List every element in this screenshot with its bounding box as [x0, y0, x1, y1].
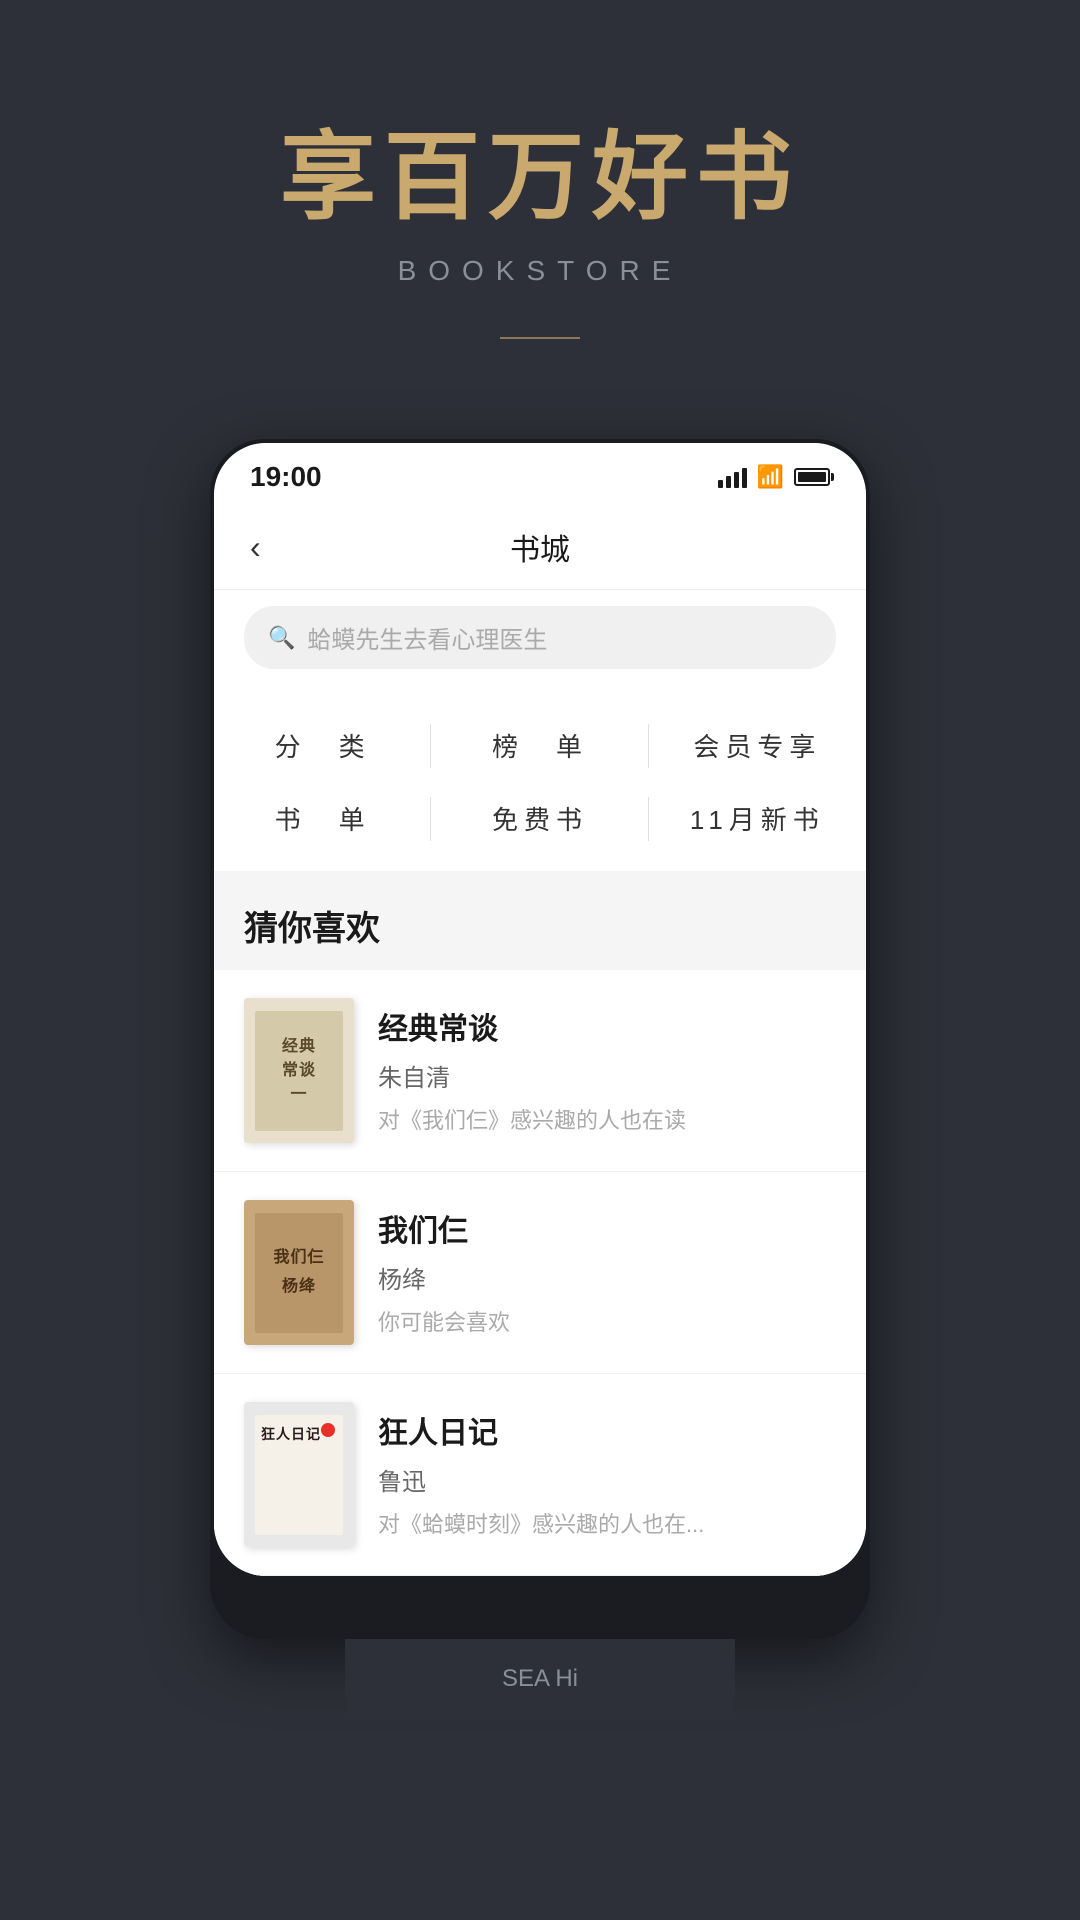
book-cover-3: 狂人日记: [244, 1402, 354, 1547]
book-title-3: 狂人日记: [378, 1408, 836, 1452]
wifi-icon: 📶: [757, 464, 784, 490]
category-item-bangdan[interactable]: 榜 单: [431, 709, 648, 782]
subtitle: BOOKSTORE: [398, 255, 683, 287]
book-desc-2: 你可能会喜欢: [378, 1305, 836, 1337]
book-list: 经典常谈一 经典常谈 朱自清 对《我们仨》感兴趣的人也在读 我们仨杨绛: [214, 970, 866, 1576]
book-cover-1: 经典常谈一: [244, 998, 354, 1143]
book-info-1: 经典常谈 朱自清 对《我们仨》感兴趣的人也在读: [378, 998, 836, 1135]
category-item-free[interactable]: 免费书: [431, 782, 648, 855]
recommendation-section: 猜你喜欢 经典常谈一 经典常谈 朱自清 对《我们仨》感兴趣的人也在读: [214, 871, 866, 1576]
book-cover-2: 我们仨杨绛: [244, 1200, 354, 1345]
divider: [500, 337, 580, 339]
book-info-3: 狂人日记 鲁迅 对《蛤蟆时刻》感兴趣的人也在...: [378, 1402, 836, 1539]
category-item-shudan[interactable]: 书 单: [214, 782, 431, 855]
battery-icon: [794, 468, 830, 486]
signal-icon: [718, 466, 747, 488]
category-item-fenlei[interactable]: 分 类: [214, 709, 431, 782]
book-desc-3: 对《蛤蟆时刻》感兴趣的人也在...: [378, 1507, 836, 1539]
book-author-3: 鲁迅: [378, 1462, 836, 1497]
header-section: 享百万好书 BOOKSTORE: [0, 0, 1080, 399]
book-info-2: 我们仨 杨绛 你可能会喜欢: [378, 1200, 836, 1337]
nav-bar: ‹ 书城: [214, 505, 866, 590]
bottom-text: SEA Hi: [502, 1665, 578, 1693]
status-icons: 📶: [718, 464, 830, 490]
book-desc-1: 对《我们仨》感兴趣的人也在读: [378, 1103, 836, 1135]
red-dot-icon: [321, 1423, 335, 1437]
status-bar: 19:00 📶: [214, 443, 866, 505]
book-title-1: 经典常谈: [378, 1004, 836, 1048]
category-item-vip[interactable]: 会员专享: [649, 709, 866, 782]
recommendation-title: 猜你喜欢: [214, 901, 866, 970]
main-title: 享百万好书: [280, 120, 800, 235]
bottom-partial: SEA Hi: [345, 1639, 735, 1719]
search-placeholder: 蛤蟆先生去看心理医生: [307, 620, 547, 655]
book-title-2: 我们仨: [378, 1206, 836, 1250]
book-author-1: 朱自清: [378, 1058, 836, 1093]
search-container: 🔍 蛤蟆先生去看心理医生: [214, 590, 866, 689]
status-time: 19:00: [250, 461, 322, 493]
category-item-new[interactable]: 11月新书: [649, 782, 866, 855]
back-button[interactable]: ‹: [250, 529, 261, 566]
category-menu: 分 类 榜 单 会员专享 书 单 免费书 11月新书: [214, 689, 866, 871]
search-bar[interactable]: 🔍 蛤蟆先生去看心理医生: [244, 606, 836, 669]
phone-mockup: 19:00 📶 ‹ 书城 🔍 蛤蟆先: [210, 439, 870, 1639]
book-item-3[interactable]: 狂人日记 狂人日记 鲁迅 对《蛤蟆时刻》感兴趣的人也在...: [214, 1374, 866, 1576]
book-item-1[interactable]: 经典常谈一 经典常谈 朱自清 对《我们仨》感兴趣的人也在读: [214, 970, 866, 1172]
phone-inner: 19:00 📶 ‹ 书城 🔍 蛤蟆先: [214, 443, 866, 1576]
nav-title: 书城: [510, 525, 570, 569]
book-item-2[interactable]: 我们仨杨绛 我们仨 杨绛 你可能会喜欢: [214, 1172, 866, 1374]
book-author-2: 杨绛: [378, 1260, 836, 1295]
search-icon: 🔍: [268, 625, 295, 651]
